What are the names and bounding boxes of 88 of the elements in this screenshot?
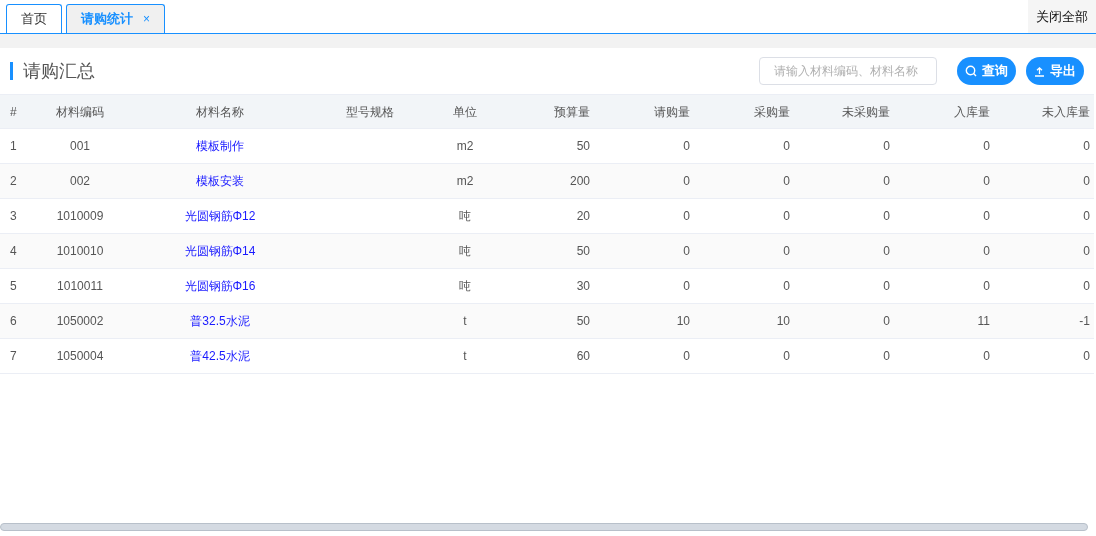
table-cell: m2 xyxy=(456,139,474,153)
table-cell: 10 xyxy=(676,314,690,328)
search-field[interactable]: 请输入材料编码、材料名称 xyxy=(759,57,937,85)
table-cell: 3 xyxy=(10,209,17,223)
table-cell: 0 xyxy=(883,314,890,328)
table-cell: 0 xyxy=(783,279,790,293)
table-cell: 吨 xyxy=(459,244,471,258)
table-cell: 4 xyxy=(10,244,17,258)
table-cell: 50 xyxy=(576,139,590,153)
table-cell: 吨 xyxy=(459,279,471,293)
table-cell: 0 xyxy=(883,139,890,153)
table-cell: 0 xyxy=(1083,244,1090,258)
material-link[interactable]: 模板制作 xyxy=(196,139,244,153)
table-cell: 0 xyxy=(1083,174,1090,188)
column-header: 材料名称 xyxy=(130,94,310,129)
table-cell: 0 xyxy=(683,209,690,223)
column-header: 型号规格 xyxy=(310,94,430,129)
column-header: # xyxy=(0,94,30,129)
material-link[interactable]: 光圆钢筋Φ16 xyxy=(184,279,256,293)
material-link[interactable]: 普42.5水泥 xyxy=(190,349,250,363)
table-cell: 0 xyxy=(983,174,990,188)
table-cell: 002 xyxy=(70,174,90,188)
table-cell: 1010009 xyxy=(56,209,104,223)
search-icon xyxy=(965,65,977,77)
table-cell: 0 xyxy=(883,279,890,293)
table-cell: 001 xyxy=(70,139,90,153)
table-cell: 30 xyxy=(576,279,590,293)
column-header: 采购量 xyxy=(700,94,800,129)
table-cell: 0 xyxy=(683,279,690,293)
material-link[interactable]: 模板安装 xyxy=(196,174,244,188)
column-header: 材料编码 xyxy=(30,94,130,129)
table-cell: 1 xyxy=(10,139,17,153)
table-cell: 0 xyxy=(983,209,990,223)
table-cell: 5 xyxy=(10,279,17,293)
column-header: 请购量 xyxy=(600,94,700,129)
horizontal-scrollbar[interactable] xyxy=(0,522,1088,531)
table-cell: 6 xyxy=(10,314,17,328)
table-cell: 0 xyxy=(783,139,790,153)
table-cell: 0 xyxy=(683,349,690,363)
table-cell: 0 xyxy=(983,349,990,363)
table-cell: 60 xyxy=(576,349,590,363)
column-header: 未入库量 xyxy=(1000,94,1094,129)
table-cell: 0 xyxy=(883,174,890,188)
table-cell: 0 xyxy=(683,174,690,188)
table-cell: 0 xyxy=(783,174,790,188)
table-cell: 1010011 xyxy=(57,279,103,293)
table-cell: 50 xyxy=(576,314,590,328)
table-cell: 50 xyxy=(576,244,590,258)
material-link[interactable]: 光圆钢筋Φ12 xyxy=(184,209,256,223)
material-link[interactable]: 普32.5水泥 xyxy=(190,314,250,328)
table-cell: -1 xyxy=(1079,314,1090,328)
table-cell: 0 xyxy=(883,209,890,223)
table-cell: 吨 xyxy=(459,209,471,223)
column-header: 预算量 xyxy=(500,94,600,129)
table-cell: t xyxy=(463,349,467,363)
table-cell: 0 xyxy=(1083,209,1090,223)
table-cell: t xyxy=(463,314,467,328)
column-header: 入库量 xyxy=(900,94,1000,129)
table-cell: 7 xyxy=(10,349,17,363)
table-cell: 20 xyxy=(576,209,590,223)
table-cell: 0 xyxy=(983,279,990,293)
table-cell: 1050004 xyxy=(56,349,104,363)
panel-title: 请购汇总 xyxy=(23,59,95,83)
table-cell: 0 xyxy=(683,244,690,258)
column-header: 单位 xyxy=(430,94,500,129)
table-cell: 0 xyxy=(1083,349,1090,363)
table-cell: 0 xyxy=(783,209,790,223)
table-cell: 0 xyxy=(683,139,690,153)
table-cell: m2 xyxy=(456,174,474,188)
table-cell: 11 xyxy=(977,314,990,328)
table-cell: 2 xyxy=(10,174,17,188)
table-cell: 10 xyxy=(776,314,790,328)
table-cell: 0 xyxy=(983,244,990,258)
table-cell: 0 xyxy=(1083,139,1090,153)
material-link[interactable]: 光圆钢筋Φ14 xyxy=(184,244,256,258)
table-cell: 0 xyxy=(883,244,890,258)
table-cell: 0 xyxy=(783,244,790,258)
table-cell: 0 xyxy=(783,349,790,363)
table-cell: 200 xyxy=(569,174,590,188)
table-cell: 1010010 xyxy=(56,244,104,258)
table-cell: 0 xyxy=(983,139,990,153)
upload-icon xyxy=(1034,65,1045,77)
column-header: 未采购量 xyxy=(800,94,900,129)
tab[interactable]: 首页 xyxy=(6,4,62,33)
table-cell: 0 xyxy=(1083,279,1090,293)
table-cell: 0 xyxy=(883,349,890,363)
table-cell: 1050002 xyxy=(56,314,104,328)
close-all-button[interactable]: 关闭全部 xyxy=(1028,0,1096,33)
